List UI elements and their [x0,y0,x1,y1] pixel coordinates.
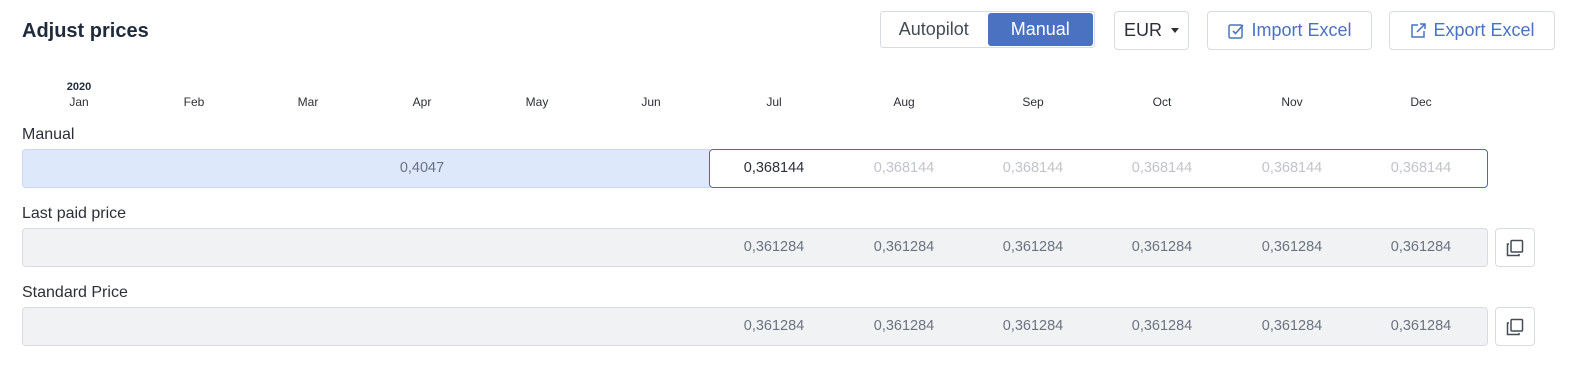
last-paid-value: 0,361284 [1390,239,1452,255]
manual-price-input[interactable]: 0,368144 [1003,160,1063,176]
adjust-prices-panel: Adjust prices Autopilot Manual EUR Impor… [0,0,1590,373]
chevron-down-icon [1171,28,1179,33]
manual-row-label: Manual [22,126,75,143]
manual-price-input-group [709,149,1488,188]
import-excel-button[interactable]: Import Excel [1207,11,1372,50]
month-label: Sep [1022,95,1044,109]
last-paid-value: 0,361284 [873,239,935,255]
copy-icon [1506,318,1524,335]
copy-icon [1506,239,1524,256]
manual-past-price-bar [22,149,710,188]
standard-price-value: 0,361284 [1131,318,1193,334]
currency-select[interactable]: EUR [1114,11,1189,50]
export-excel-label: Export Excel [1433,20,1535,40]
month-label: Jan [69,95,89,109]
manual-past-value: 0,4047 [399,160,445,176]
standard-price-value: 0,361284 [873,318,935,334]
month-label: Oct [1152,95,1172,109]
month-label: Aug [893,95,915,109]
year-label: 2020 [66,81,92,93]
manual-price-input[interactable]: 0,368144 [1132,160,1192,176]
manual-toggle-button[interactable]: Manual [987,13,1093,46]
currency-value: EUR [1123,20,1162,40]
standard-price-row-label: Standard Price [22,284,128,301]
copy-standard-price-button[interactable] [1495,307,1535,346]
standard-price-value: 0,361284 [1002,318,1064,334]
month-label: Feb [183,95,205,109]
standard-price-value: 0,361284 [1261,318,1323,334]
last-paid-value: 0,361284 [743,239,805,255]
manual-price-input[interactable]: 0,368144 [1262,160,1322,176]
mode-toggle: Autopilot Manual [880,11,1095,48]
standard-price-value: 0,361284 [1390,318,1452,334]
last-paid-value: 0,361284 [1261,239,1323,255]
last-paid-row-label: Last paid price [22,205,127,222]
manual-price-input[interactable]: 0,368144 [744,160,804,176]
last-paid-value: 0,361284 [1002,239,1064,255]
export-excel-button[interactable]: Export Excel [1389,11,1555,50]
page-title: Adjust prices [22,20,149,42]
external-link-icon [1411,22,1427,38]
month-label: Mar [297,95,319,109]
last-paid-value: 0,361284 [1131,239,1193,255]
month-header: 2020 Jan Feb Mar Apr May Jun Jul Aug Sep… [0,78,1590,114]
import-edit-icon [1228,23,1245,39]
month-label: Apr [412,95,432,109]
standard-price-value: 0,361284 [743,318,805,334]
month-label: May [525,95,549,109]
month-label: Nov [1281,95,1303,109]
manual-price-input[interactable]: 0,368144 [1391,160,1451,176]
autopilot-toggle-button[interactable]: Autopilot [881,12,987,47]
copy-last-paid-button[interactable] [1495,228,1535,267]
month-label: Jun [641,95,661,109]
month-label: Dec [1410,95,1432,109]
manual-price-input[interactable]: 0,368144 [874,160,934,176]
import-excel-label: Import Excel [1251,20,1352,40]
month-label: Jul [766,95,782,109]
